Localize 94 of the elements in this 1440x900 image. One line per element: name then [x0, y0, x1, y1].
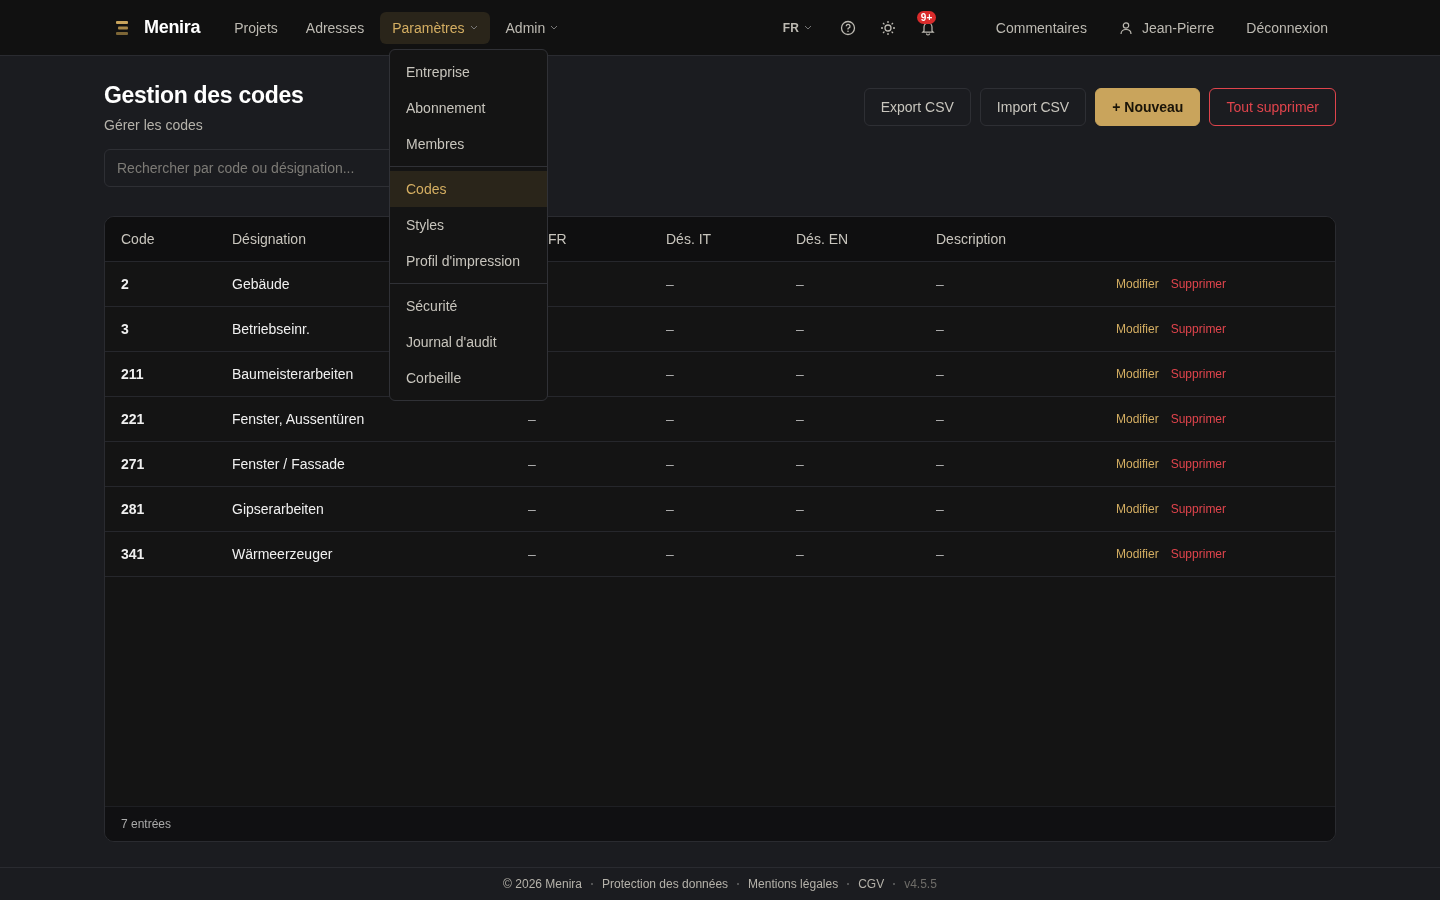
- user-menu[interactable]: Jean-Pierre: [1118, 19, 1215, 36]
- sun-icon[interactable]: [879, 19, 896, 36]
- table-cell-text: 341: [120, 546, 146, 562]
- delete-link[interactable]: Supprimer: [1170, 367, 1227, 381]
- nav-item[interactable]: Adresses: [293, 11, 377, 44]
- table-cell-text: –: [666, 546, 675, 562]
- language-selector[interactable]: FR: [776, 19, 818, 36]
- menu-item[interactable]: Sécurité: [390, 288, 547, 324]
- menu-item[interactable]: Corbeille: [390, 360, 547, 396]
- table-cell: Betriebseinr.: [232, 321, 310, 337]
- delete-link[interactable]: Supprimer: [1170, 457, 1227, 471]
- menu-item[interactable]: Codes: [390, 171, 547, 207]
- table-cell-text: –: [936, 366, 945, 382]
- table-cell-text: –: [666, 276, 675, 292]
- table-cell-text: –: [666, 411, 675, 427]
- table-cell: Gebäude: [232, 276, 290, 292]
- edit-link[interactable]: Modifier: [1116, 412, 1159, 426]
- column-header: Dés. EN: [796, 231, 850, 247]
- table-cell-text: –: [666, 501, 675, 517]
- edit-link[interactable]: Modifier: [1116, 367, 1159, 381]
- footer-text: © 2026 Menira: [503, 877, 582, 891]
- column-header: Description: [936, 231, 1008, 247]
- table-cell-text: 281: [120, 501, 146, 517]
- menu-item[interactable]: Abonnement: [390, 90, 547, 126]
- footer-text: v4.5.5: [904, 877, 937, 891]
- brand-name: Menira: [144, 17, 201, 38]
- nav-item[interactable]: Admin: [493, 11, 571, 44]
- table-cell: Fenster, Aussentüren: [232, 411, 365, 427]
- column-header: Code: [120, 231, 156, 247]
- delete-link[interactable]: Supprimer: [1170, 547, 1227, 561]
- menu-item[interactable]: Journal d'audit: [390, 324, 547, 360]
- action-button[interactable]: Import CSV: [979, 88, 1087, 126]
- action-button[interactable]: + Nouveau: [1095, 88, 1201, 126]
- delete-link[interactable]: Supprimer: [1170, 277, 1227, 291]
- column-header: FR: [547, 231, 568, 247]
- column-header: Désignation: [232, 231, 307, 247]
- menu-item[interactable]: Styles: [390, 207, 547, 243]
- footer-link[interactable]: Mentions légales: [748, 877, 839, 891]
- table-cell: –: [528, 411, 536, 427]
- table-cell-text: –: [796, 501, 805, 517]
- table-cell-text: 2: [120, 276, 130, 292]
- notification-badge: 9+: [916, 10, 937, 24]
- table-cell-text: –: [796, 366, 805, 382]
- edit-link[interactable]: Modifier: [1116, 502, 1159, 516]
- delete-link[interactable]: Supprimer: [1170, 322, 1227, 336]
- table-cell-text: –: [936, 321, 945, 337]
- table-cell: Baumeisterarbeiten: [232, 366, 354, 382]
- table-cell-text: –: [796, 276, 805, 292]
- action-button[interactable]: Tout supprimer: [1209, 88, 1336, 126]
- menu-item[interactable]: Profil d'impression: [390, 243, 547, 279]
- logout-link[interactable]: Déconnexion: [1246, 19, 1328, 36]
- user-icon: [1118, 20, 1133, 35]
- table-cell: –: [528, 546, 536, 562]
- table-cell-text: –: [796, 411, 805, 427]
- edit-link[interactable]: Modifier: [1116, 277, 1159, 291]
- logo-icon: [113, 18, 131, 37]
- table-cell: Gipserarbeiten: [232, 501, 324, 517]
- page-subtitle: Gérer les codes: [104, 117, 204, 133]
- footer-link[interactable]: Protection des données: [602, 877, 729, 891]
- table-cell-text: 221: [120, 411, 146, 427]
- table-cell-text: –: [666, 456, 675, 472]
- edit-link[interactable]: Modifier: [1116, 457, 1159, 471]
- table-cell-text: –: [936, 501, 945, 517]
- table-cell-text: –: [666, 366, 675, 382]
- table-cell-text: 3: [120, 321, 130, 337]
- page-title: Gestion des codes: [104, 82, 304, 109]
- edit-link[interactable]: Modifier: [1116, 547, 1159, 561]
- table-cell-text: –: [666, 321, 675, 337]
- table-cell: –: [528, 501, 536, 517]
- table-cell-text: –: [936, 411, 945, 427]
- table-cell: –: [528, 456, 536, 472]
- delete-link[interactable]: Supprimer: [1170, 412, 1227, 426]
- column-header: Dés. IT: [666, 231, 713, 247]
- caret-icon: [803, 25, 812, 30]
- table-cell-text: 211: [120, 366, 145, 382]
- menu-item[interactable]: Entreprise: [390, 54, 547, 90]
- table-cell-text: –: [796, 456, 805, 472]
- table-cell: Wärmeerzeuger: [232, 546, 333, 562]
- table-cell-text: –: [796, 546, 805, 562]
- nav-item[interactable]: Projets: [222, 11, 290, 44]
- table-cell-text: –: [796, 321, 805, 337]
- footer-link[interactable]: CGV: [858, 877, 885, 891]
- table-cell-text: 271: [120, 456, 146, 472]
- delete-link[interactable]: Supprimer: [1170, 502, 1227, 516]
- action-button[interactable]: Export CSV: [863, 88, 971, 126]
- table-cell-text: –: [936, 456, 945, 472]
- table-cell-text: –: [936, 546, 945, 562]
- help-icon[interactable]: [839, 19, 856, 36]
- table-cell-text: –: [936, 276, 945, 292]
- table-cell: Fenster / Fassade: [232, 456, 345, 472]
- entry-count: 7 entrées: [121, 817, 172, 831]
- nav-item[interactable]: Paramètres: [380, 11, 490, 44]
- edit-link[interactable]: Modifier: [1116, 322, 1159, 336]
- feedback-link[interactable]: Commentaires: [995, 19, 1087, 36]
